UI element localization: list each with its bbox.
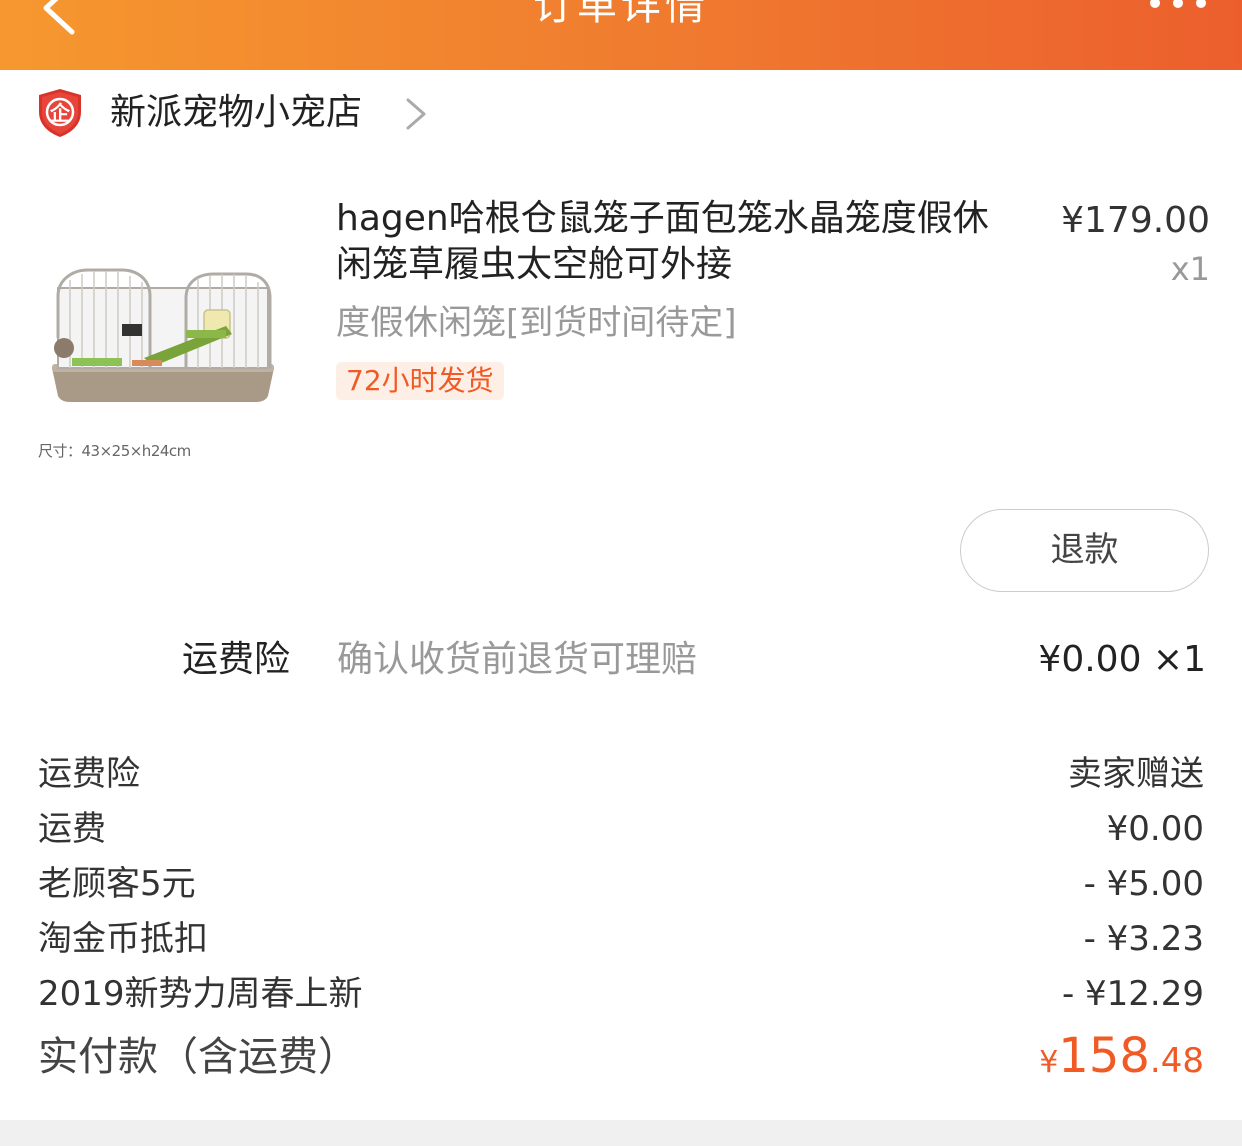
summary-label: 2019新势力周春上新 — [38, 974, 363, 1014]
shield-badge-icon: 企 — [39, 89, 81, 137]
product-image[interactable] — [36, 218, 292, 468]
summary-label: 老顾客5元 — [38, 864, 196, 904]
total-label: 实付款（含运费） — [38, 1034, 358, 1080]
insurance-label: 运费险 — [182, 639, 291, 680]
total-currency: ¥ — [1039, 1045, 1059, 1080]
summary-label: 运费 — [38, 809, 106, 849]
summary-value: - ¥3.23 — [1083, 919, 1204, 959]
page-title: 订单详情 — [533, 0, 709, 29]
product-price: ¥179.00 — [1061, 200, 1210, 241]
insurance-price: ¥0.00 ×1 — [1038, 639, 1206, 680]
total-decimal: .48 — [1149, 1041, 1204, 1081]
nav-header: 订单详情 — [0, 0, 1242, 70]
product-sku: 度假休闲笼[到货时间待定] — [336, 303, 737, 343]
summary-value: - ¥12.29 — [1061, 974, 1204, 1014]
hamster-cage-image — [52, 268, 274, 402]
summary-value: ¥0.00 — [1106, 809, 1204, 849]
summary-value: - ¥5.00 — [1083, 864, 1204, 904]
summary-label: 淘金币抵扣 — [38, 919, 208, 959]
summary-label: 运费险 — [38, 754, 140, 794]
product-title[interactable]: hagen哈根仓鼠笼子面包笼水晶笼度假休闲笼草履虫太空舱可外接 — [336, 196, 1016, 288]
product-quantity: x1 — [1170, 250, 1210, 288]
refund-button[interactable]: 退款 — [960, 509, 1209, 592]
section-divider — [0, 1120, 1242, 1146]
shop-row[interactable]: 企 新派宠物小宠店 — [0, 70, 1242, 160]
svg-text:企: 企 — [49, 101, 71, 125]
total-amount: ¥158.48 — [1039, 1026, 1204, 1097]
shipping-tag: 72小时发货 — [336, 362, 504, 400]
summary-value: 卖家赠送 — [1068, 754, 1204, 794]
more-button[interactable] — [1148, 0, 1208, 18]
shop-name[interactable]: 新派宠物小宠店 — [110, 90, 362, 136]
total-integer: 158 — [1058, 1028, 1150, 1084]
image-size-caption: 尺寸：43×25×h24cm — [38, 442, 191, 460]
insurance-description: 确认收货前退货可理赔 — [337, 639, 698, 680]
more-dots-icon — [1150, 0, 1160, 8]
chevron-right-icon — [406, 98, 426, 130]
